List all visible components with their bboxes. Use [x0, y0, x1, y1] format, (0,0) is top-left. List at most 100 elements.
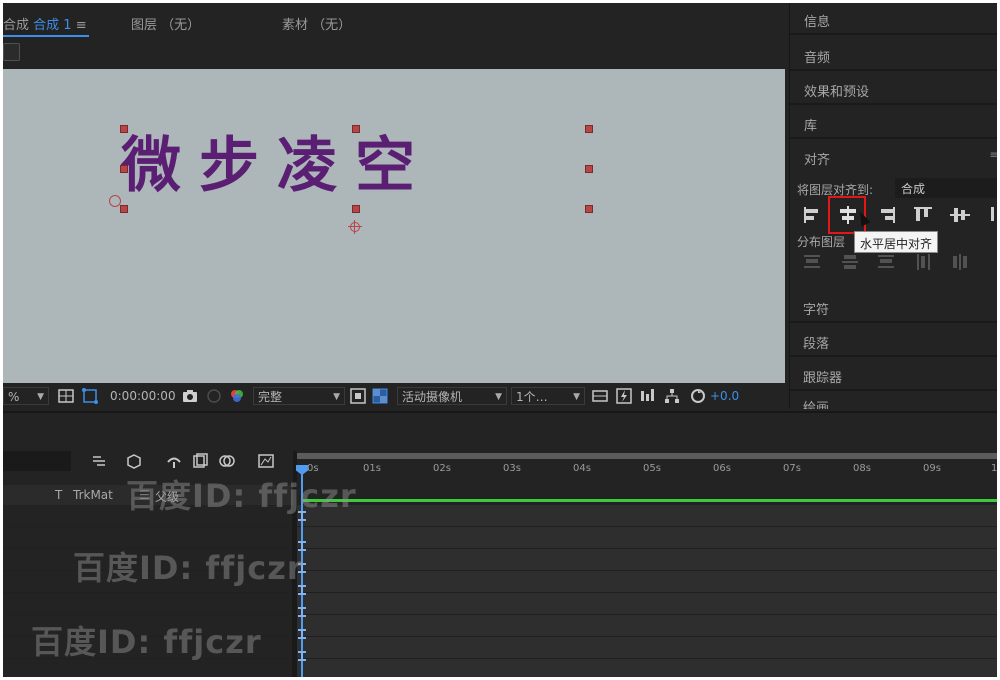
chevron-down-icon: ▼ — [37, 392, 44, 402]
panel-tracker[interactable]: 跟踪器 — [789, 359, 997, 391]
fast-preview-icon[interactable] — [615, 387, 633, 405]
ruler-tick: 1 — [991, 463, 997, 474]
ruler-tick: 02s — [433, 463, 451, 474]
keyframe-marker-icon — [298, 629, 306, 639]
resolution-dropdown[interactable]: 完整 ▼ — [253, 387, 345, 405]
tab-footage[interactable]: 素材 （无） — [282, 14, 351, 33]
panel-info-label: 信息 — [804, 15, 831, 30]
composition-mini-flowchart-icon[interactable] — [91, 453, 109, 469]
bounding-handle[interactable] — [120, 125, 128, 133]
keyframe-marker-icon — [298, 607, 306, 617]
distribute-left-icon[interactable] — [913, 251, 937, 273]
distribute-hcenter-icon[interactable] — [949, 251, 973, 273]
composition-viewer[interactable]: 微步凌空 — [3, 69, 785, 383]
graph-editor-icon[interactable] — [257, 453, 275, 469]
current-time[interactable]: 0:00:00:00 — [110, 387, 176, 405]
tab-composition-prefix: 合成 — [3, 18, 30, 33]
layer-pivot-icon[interactable] — [109, 195, 121, 207]
frame-blending-icon[interactable] — [191, 453, 209, 469]
panel-align-label: 对齐 — [804, 153, 831, 168]
ruler-tick: 01s — [363, 463, 381, 474]
tab-menu-icon[interactable]: ≡ — [76, 18, 87, 33]
active-tab-underline — [3, 35, 89, 37]
flowchart-icon[interactable] — [663, 387, 681, 405]
show-snapshot-icon[interactable] — [205, 387, 223, 405]
watermark: 百度ID: ffjczr — [126, 477, 357, 515]
composition-tab-bar: 合成 合成 1 ≡ 图层 （无） 素材 （无） — [3, 3, 785, 41]
region-of-interest-icon[interactable] — [81, 387, 99, 405]
panel-effects-presets[interactable]: 效果和预设 — [790, 73, 997, 105]
safe-area-icon[interactable] — [57, 387, 75, 405]
channel-rgb-icon[interactable] — [228, 387, 246, 405]
timeline-header — [3, 411, 997, 451]
distribute-vcenter-icon[interactable] — [839, 251, 863, 273]
motion-blur-icon[interactable] — [219, 453, 237, 469]
viewer-toolbar: % ▼ 0:00:00:00 完整 ▼ 活动摄像机 ▼ 1个… ▼ +0.0 — [3, 383, 785, 409]
align-vertical-center-icon[interactable] — [946, 203, 974, 227]
composition-breadcrumb-bar — [3, 41, 785, 67]
watermark: 百度ID: ffjczr — [31, 623, 262, 661]
timeline-row[interactable] — [3, 593, 997, 615]
align-bottom-icon[interactable] — [979, 203, 997, 227]
panel-libraries[interactable]: 库 — [790, 107, 997, 139]
ruler-tick: 09s — [923, 463, 941, 474]
bounding-handle[interactable] — [585, 205, 593, 213]
layer-duration-bar[interactable] — [301, 499, 997, 502]
column-t-label: T — [55, 488, 63, 502]
transparency-grid-icon[interactable] — [371, 387, 389, 405]
camera-view-value: 活动摄像机 — [402, 390, 463, 404]
timeline-search-input[interactable] — [3, 451, 71, 471]
panel-align[interactable]: 对齐 ≡ — [790, 141, 997, 173]
bounding-handle[interactable] — [352, 125, 360, 133]
ruler-tick: 03s — [503, 463, 521, 474]
bounding-handle[interactable] — [585, 165, 593, 173]
bounding-handle[interactable] — [352, 205, 360, 213]
chevron-down-icon: ▼ — [573, 392, 580, 402]
panel-paint[interactable]: 绘画 — [789, 391, 997, 409]
exposure-reset-icon[interactable] — [689, 387, 707, 405]
align-to-select[interactable]: 合成 — [895, 178, 997, 198]
bounding-handle[interactable] — [120, 165, 128, 173]
panel-paint-label: 绘画 — [803, 401, 830, 409]
panel-tracker-label: 跟踪器 — [803, 371, 843, 386]
composition-breadcrumb[interactable] — [3, 43, 20, 61]
align-right-icon[interactable] — [873, 203, 901, 227]
anchor-point-icon[interactable] — [348, 220, 362, 234]
work-area-bar[interactable] — [297, 453, 997, 459]
panel-libraries-label: 库 — [804, 119, 818, 134]
distribute-top-icon[interactable] — [801, 251, 825, 273]
column-trkmat-label: TrkMat — [73, 488, 113, 502]
camera-snapshot-icon[interactable] — [181, 387, 199, 405]
ruler-tick: 07s — [783, 463, 801, 474]
distribute-layers-label: 分布图层 — [797, 235, 846, 249]
panel-info[interactable]: 信息 — [790, 3, 997, 35]
panel-character[interactable]: 字符 — [789, 291, 997, 323]
camera-view-dropdown[interactable]: 活动摄像机 ▼ — [397, 387, 507, 405]
panel-menu-icon[interactable]: ≡ — [990, 150, 997, 161]
view-layout-value: 1个… — [516, 390, 548, 404]
tab-layer[interactable]: 图层 （无） — [131, 14, 200, 33]
bounding-handle[interactable] — [585, 125, 593, 133]
draft-3d-icon[interactable] — [125, 453, 143, 469]
align-left-icon[interactable] — [799, 203, 827, 227]
view-layout-dropdown[interactable]: 1个… ▼ — [511, 387, 585, 405]
after-effects-window: 合成 合成 1 ≡ 图层 （无） 素材 （无） 微步凌空 % ▼ 0:00:00… — [3, 3, 997, 677]
chevron-down-icon: ▼ — [495, 392, 502, 402]
ruler-tick: 06s — [713, 463, 731, 474]
tab-composition[interactable]: 合成 合成 1 ≡ — [3, 14, 87, 33]
panel-audio[interactable]: 音频 — [790, 39, 997, 71]
text-layer-title[interactable]: 微步凌空 — [121, 117, 433, 204]
distribute-bottom-icon[interactable] — [875, 251, 899, 273]
panel-effects-label: 效果和预设 — [804, 85, 870, 100]
fast-previews-icon[interactable] — [349, 387, 367, 405]
tooltip: 水平居中对齐 — [854, 231, 939, 253]
align-top-icon[interactable] — [909, 203, 937, 227]
time-ruler[interactable]: 0s 01s 02s 03s 04s 05s 06s 07s 08s 09s 1 — [297, 451, 997, 483]
timeline-icon[interactable] — [639, 387, 657, 405]
shy-layers-icon[interactable] — [165, 453, 183, 469]
toggle-pixel-aspect-icon[interactable] — [591, 387, 609, 405]
bounding-handle[interactable] — [120, 205, 128, 213]
panel-paragraph[interactable]: 段落 — [789, 325, 997, 357]
exposure-value[interactable]: +0.0 — [710, 387, 739, 405]
zoom-dropdown[interactable]: % ▼ — [3, 387, 49, 405]
